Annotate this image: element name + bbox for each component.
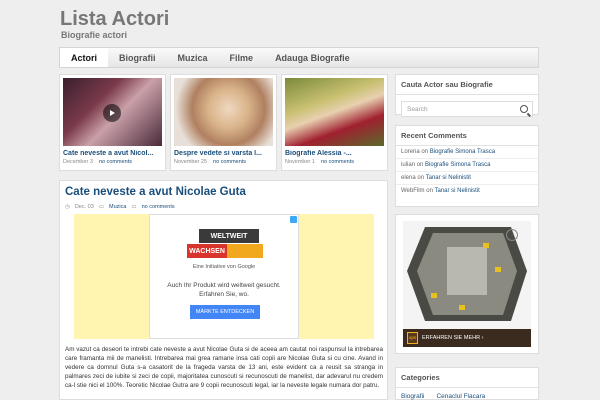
comment-on: on xyxy=(426,188,433,194)
featured-date: November 25 xyxy=(174,159,208,165)
nav-item-muzica[interactable]: Muzica xyxy=(167,48,219,67)
post-category-link[interactable]: Muzica xyxy=(109,204,126,210)
featured-comments-link[interactable]: no comments xyxy=(99,159,132,165)
comment-author: elena xyxy=(401,175,416,181)
comment-post-link[interactable]: Tanar si Nelinistit xyxy=(426,175,471,181)
featured-meta: November 25 no comments xyxy=(174,159,273,165)
ad-logo-accent xyxy=(227,244,263,258)
ad-cta-button[interactable]: MÄRKTE ENTDECKEN xyxy=(190,305,260,319)
ad-logo-line1: WELTWEIT xyxy=(199,229,259,243)
comment-on: on xyxy=(416,162,424,168)
post-body: Am vazut ca deseori te intrebi cate neve… xyxy=(65,346,383,389)
recent-comment-item: elena on Tanar si Nelinistit xyxy=(396,172,538,185)
featured-card[interactable]: Cate neveste a avut Nicol... December 3 … xyxy=(59,74,166,171)
post-meta: ◷ Dec. 03 ▭ Muzica ▭ no comments xyxy=(65,204,175,210)
ad-text: Auch Ihr Produkt wird weltweit gesucht. … xyxy=(150,281,298,299)
ad-cta-bar[interactable]: ups ERFAHREN SIE MEHR › xyxy=(403,329,531,347)
post-date: Dec. 03 xyxy=(74,204,94,210)
comment-on: on xyxy=(417,175,425,181)
post-title[interactable]: Cate neveste a avut Nicolae Guta xyxy=(65,186,246,198)
main-nav: Actori Biografii Muzica Filme Adauga Bio… xyxy=(59,47,539,68)
category-link[interactable]: Cenaclul Flacara xyxy=(436,393,485,400)
video-play-icon[interactable] xyxy=(103,104,121,122)
google-ad[interactable]: WELTWEIT WACHSEN Eine Initiative von Goo… xyxy=(149,214,299,339)
search-placeholder: Search xyxy=(407,106,428,113)
ups-ad[interactable]: 1 ups ERFAHREN SIE MEHR › xyxy=(403,221,531,347)
featured-meta: December 3 no comments xyxy=(63,159,162,165)
featured-thumbnail[interactable] xyxy=(174,78,273,146)
ad-text-line1: Auch Ihr Produkt wird weltweit gesucht. xyxy=(167,282,281,289)
comment-icon: ▭ xyxy=(131,204,137,210)
search-icon[interactable] xyxy=(520,105,528,113)
featured-posts: Cate neveste a avut Nicol... December 3 … xyxy=(59,74,388,171)
nav-item-adauga-biografie[interactable]: Adauga Biografie xyxy=(264,48,361,67)
nav-item-actori[interactable]: Actori xyxy=(60,48,109,67)
recent-comment-item: WebFilm on Tanar si Nelinistit xyxy=(396,185,538,197)
featured-comments-link[interactable]: no comments xyxy=(213,159,246,165)
comment-post-link[interactable]: Tanar si Nelinistit xyxy=(434,188,479,194)
featured-card[interactable]: Despre vedete si varsta l... November 25… xyxy=(170,74,277,171)
featured-meta: November 1 no comments xyxy=(285,159,384,165)
search-widget-title: Cauta Actor sau Biografie xyxy=(396,75,538,95)
comment-author: Lorena xyxy=(401,149,420,155)
ad-ball-icon: 1 xyxy=(506,229,518,241)
comment-post-link[interactable]: Biografie Simona Trasca xyxy=(425,162,490,168)
featured-thumbnail[interactable] xyxy=(285,78,384,146)
featured-title[interactable]: Biografie Alessia -... xyxy=(285,150,384,157)
category-link[interactable]: Biografii xyxy=(401,393,424,400)
search-widget: Cauta Actor sau Biografie Search xyxy=(395,74,539,117)
post-article: Cate neveste a avut Nicolae Guta ◷ Dec. … xyxy=(59,180,388,400)
ad-logo-line2: WACHSEN xyxy=(187,244,227,258)
ad-initiative-text: Eine Initiative von Google xyxy=(192,264,256,270)
clock-icon: ◷ xyxy=(65,204,70,210)
search-input[interactable]: Search xyxy=(401,101,533,117)
comment-author: iulian xyxy=(401,162,416,168)
featured-thumbnail[interactable] xyxy=(63,78,162,146)
ad-info-icon[interactable] xyxy=(290,216,297,223)
categories-list: Biografii Cenaclul Flacara xyxy=(396,388,538,400)
featured-date: November 1 xyxy=(285,159,315,165)
comment-author: WebFilm xyxy=(401,188,425,194)
folder-icon: ▭ xyxy=(98,204,104,210)
post-comments-link[interactable]: no comments xyxy=(142,204,175,210)
categories-title: Categories xyxy=(396,368,538,388)
nav-item-biografii[interactable]: Biografii xyxy=(108,48,167,67)
featured-card[interactable]: Biografie Alessia -... November 1 no com… xyxy=(281,74,388,171)
ups-logo-icon: ups xyxy=(407,332,418,344)
comment-on: on xyxy=(421,149,429,155)
recent-comments-widget: Recent Comments Lorena on Biografie Simo… xyxy=(395,125,539,207)
comment-post-link[interactable]: Biografie Simona Trasca xyxy=(430,149,495,155)
categories-widget: Categories Biografii Cenaclul Flacara xyxy=(395,367,539,400)
site-description: Biografie actori xyxy=(61,30,128,40)
ad-cta-text[interactable]: ERFAHREN SIE MEHR › xyxy=(422,335,483,341)
nav-item-filme[interactable]: Filme xyxy=(219,48,265,67)
featured-title[interactable]: Despre vedete si varsta l... xyxy=(174,150,273,157)
ad-text-line2: Erfahren Sie, wo. xyxy=(199,291,249,298)
featured-date: December 3 xyxy=(63,159,93,165)
recent-comments-title: Recent Comments xyxy=(396,126,538,146)
featured-title[interactable]: Cate neveste a avut Nicol... xyxy=(63,150,162,157)
recent-comment-item: iulian on Biografie Simona Trasca xyxy=(396,159,538,172)
site-title[interactable]: Lista Actori xyxy=(60,8,169,31)
featured-comments-link[interactable]: no comments xyxy=(321,159,354,165)
recent-comment-item: Lorena on Biografie Simona Trasca xyxy=(396,146,538,159)
